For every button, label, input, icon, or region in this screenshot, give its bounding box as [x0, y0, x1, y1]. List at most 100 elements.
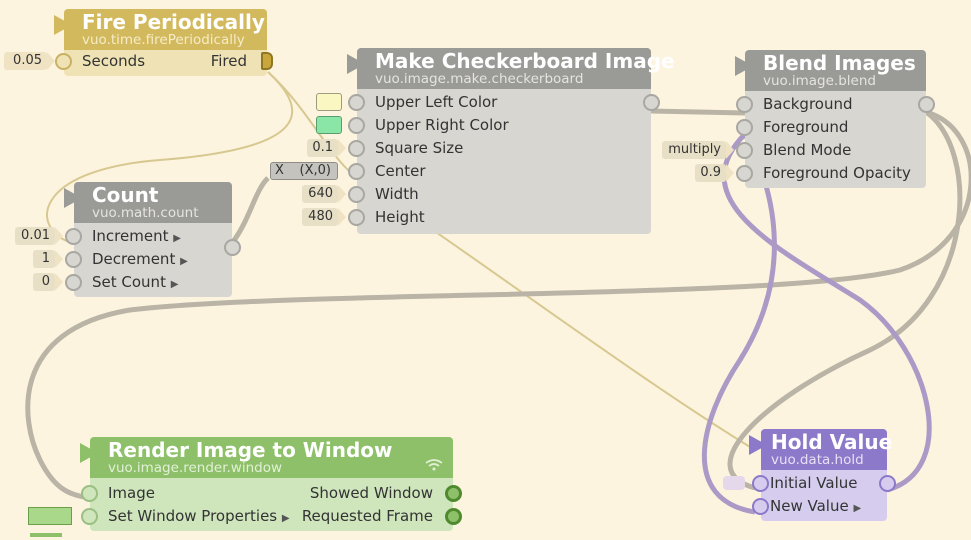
port-row-square-size: 0.1 Square Size: [307, 137, 651, 160]
image-port[interactable]: [81, 485, 98, 502]
port-row-set-window-properties: Set Window Properties ▶ Requested Frame: [28, 505, 462, 528]
node-body: Image Showed Window Set Window Propertie…: [28, 478, 462, 531]
new-value-port[interactable]: [752, 498, 769, 515]
background-label: Background: [763, 95, 853, 113]
node-body: 0.05 Seconds Fired: [4, 50, 273, 76]
set-count-constant[interactable]: 0: [33, 273, 63, 291]
initial-value-label: Initial Value: [770, 474, 858, 492]
node-title: Fire Periodically: [82, 10, 265, 34]
port-row-image: Image Showed Window: [81, 482, 462, 505]
upper-right-color-label: Upper Right Color: [375, 116, 509, 134]
blend-mode-port[interactable]: [736, 142, 753, 159]
wifi-icon: [425, 459, 443, 471]
foreground-port[interactable]: [736, 119, 753, 136]
center-x-prefix: X: [275, 163, 284, 178]
increment-constant[interactable]: 0.01: [15, 227, 63, 245]
foreground-opacity-port[interactable]: [736, 165, 753, 182]
port-row-blend-mode: multiply Blend Mode: [662, 139, 926, 162]
requested-frame-trigger-port[interactable]: [445, 508, 462, 525]
node-title: Hold Value: [771, 430, 893, 454]
play-triangle-icon: [64, 188, 82, 208]
node-title: Blend Images: [763, 51, 916, 75]
node-make-checkerboard[interactable]: Make Checkerboard Image vuo.image.make.c…: [270, 48, 675, 234]
increment-label: Increment ▶: [92, 227, 181, 245]
play-triangle-icon: [749, 435, 767, 455]
node-header[interactable]: Count vuo.math.count: [64, 182, 232, 223]
fired-trigger-port[interactable]: [261, 52, 273, 70]
node-count[interactable]: Count vuo.math.count 0.01 Increment ▶ 1 …: [15, 182, 241, 297]
height-label: Height: [375, 208, 425, 226]
showed-window-trigger-port[interactable]: [445, 485, 462, 502]
node-header[interactable]: Render Image to Window vuo.image.render.…: [80, 437, 453, 478]
seconds-label: Seconds: [82, 52, 146, 70]
checker-output-port[interactable]: [643, 94, 660, 111]
cable-checker-to-blend[interactable]: [650, 108, 746, 116]
initial-value-port[interactable]: [752, 475, 769, 492]
set-window-properties-label: Set Window Properties ▶: [108, 507, 290, 525]
node-blend-images[interactable]: Blend Images vuo.image.blend Background …: [662, 50, 935, 188]
play-triangle-icon: [80, 443, 98, 463]
node-body: Background Foreground multiply Blend Mod…: [662, 91, 935, 188]
set-count-port[interactable]: [65, 274, 82, 291]
foreground-opacity-constant[interactable]: 0.9: [695, 164, 734, 182]
fired-label: Fired: [210, 52, 247, 70]
height-port[interactable]: [348, 209, 365, 226]
seconds-constant[interactable]: 0.05: [4, 52, 55, 70]
foreground-label: Foreground: [763, 118, 849, 136]
blend-output-port[interactable]: [918, 96, 935, 113]
upper-left-color-label: Upper Left Color: [375, 93, 498, 111]
node-class: vuo.math.count: [92, 205, 199, 221]
decrement-constant[interactable]: 1: [33, 250, 63, 268]
set-window-properties-drawer[interactable]: [28, 507, 72, 525]
node-hold-value[interactable]: Hold Value vuo.data.hold Initial Value N…: [723, 429, 896, 521]
height-constant[interactable]: 480: [302, 208, 346, 226]
square-size-port[interactable]: [348, 140, 365, 157]
play-triangle-icon: [54, 15, 72, 35]
foreground-opacity-label: Foreground Opacity: [763, 164, 911, 182]
node-header[interactable]: Blend Images vuo.image.blend: [735, 50, 926, 91]
port-row-width: 640 Width: [302, 183, 651, 206]
initial-value-drawer[interactable]: [723, 476, 745, 490]
upper-right-color-swatch[interactable]: [316, 116, 342, 134]
node-fire-periodically[interactable]: Fire Periodically vuo.time.firePeriodica…: [4, 9, 273, 76]
center-label: Center: [375, 162, 426, 180]
upper-right-color-port[interactable]: [348, 117, 365, 134]
port-row-background: Background: [736, 93, 935, 116]
node-body: Upper Left Color Upper Right Color 0.1 S…: [270, 89, 660, 234]
node-header[interactable]: Fire Periodically vuo.time.firePeriodica…: [54, 9, 267, 50]
showed-window-label: Showed Window: [309, 484, 433, 502]
hold-output-port[interactable]: [879, 475, 896, 492]
port-row-center: X (X,0) Center: [270, 160, 651, 183]
blend-mode-constant[interactable]: multiply: [662, 141, 734, 159]
decrement-port[interactable]: [65, 251, 82, 268]
node-title: Count: [92, 183, 159, 207]
port-row-set-count: 0 Set Count ▶: [33, 271, 232, 294]
node-render-image-to-window[interactable]: Render Image to Window vuo.image.render.…: [28, 437, 462, 531]
background-port[interactable]: [736, 96, 753, 113]
seconds-port[interactable]: [55, 53, 72, 70]
cable-count-to-center[interactable]: [230, 176, 270, 245]
width-port[interactable]: [348, 186, 365, 203]
node-header[interactable]: Make Checkerboard Image vuo.image.make.c…: [347, 48, 675, 89]
port-row-decrement: 1 Decrement ▶: [33, 248, 232, 271]
blend-mode-label: Blend Mode: [763, 141, 852, 159]
node-class: vuo.image.make.checkerboard: [375, 71, 584, 87]
increment-port[interactable]: [65, 228, 82, 245]
composition-canvas[interactable]: Fire Periodically vuo.time.firePeriodica…: [0, 0, 971, 540]
center-constant[interactable]: X (X,0): [270, 162, 338, 180]
node-body: Initial Value New Value ▶: [723, 470, 896, 521]
set-count-label: Set Count ▶: [92, 273, 179, 291]
center-value: (X,0): [299, 163, 331, 178]
upper-left-color-swatch[interactable]: [316, 93, 342, 111]
square-size-constant[interactable]: 0.1: [307, 139, 346, 157]
port-row-increment: 0.01 Increment ▶: [15, 225, 241, 256]
width-constant[interactable]: 640: [302, 185, 346, 203]
play-triangle-icon: [735, 56, 753, 76]
node-header[interactable]: Hold Value vuo.data.hold: [749, 429, 893, 470]
set-window-properties-port[interactable]: [81, 508, 98, 525]
center-port[interactable]: [348, 163, 365, 180]
port-row-new-value: New Value ▶: [752, 495, 887, 518]
width-label: Width: [375, 185, 419, 203]
upper-left-color-port[interactable]: [348, 94, 365, 111]
node-title: Render Image to Window: [108, 438, 393, 462]
